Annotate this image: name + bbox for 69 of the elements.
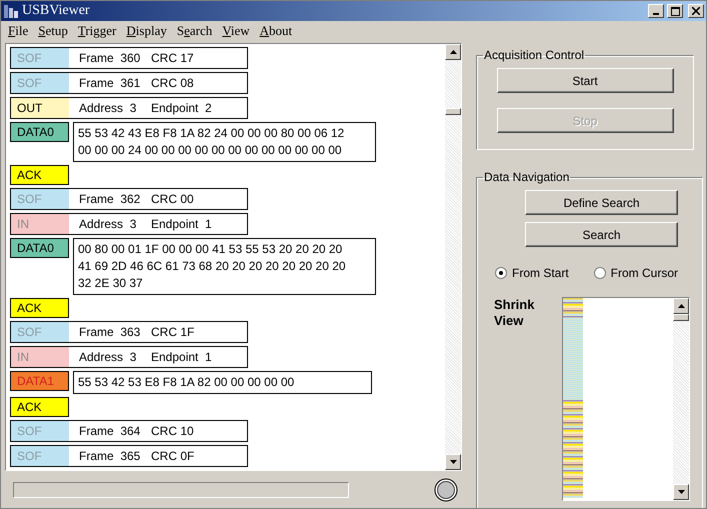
menu-item[interactable]: About: [254, 23, 298, 39]
menu-item[interactable]: File: [3, 23, 34, 39]
pid-label: ACK: [10, 298, 69, 318]
menu-item[interactable]: Display: [121, 23, 172, 39]
start-button[interactable]: Start: [496, 68, 674, 93]
pid-label: IN: [11, 347, 69, 367]
shrink-view-label: Shrink View: [493, 297, 536, 330]
packet-field: CRC 08: [151, 76, 194, 90]
pid-label: SOF: [11, 446, 69, 466]
up-arrow-icon: [450, 50, 456, 54]
status-indicator-icon: [434, 478, 458, 502]
data-payload: 00 80 00 01 1F 00 00 00 41 53 55 53 20 20 20 20 41 69 2D 46 6C 61 73 68 20 20 20 20 20 20 20 20 32 2E 30 37: [73, 238, 376, 295]
packet-field: Endpoint 1: [151, 350, 212, 364]
minimize-button[interactable]: [648, 4, 664, 18]
packet-field: Frame 365: [79, 449, 141, 463]
packet-field: Frame 364: [79, 424, 141, 438]
up-arrow-icon: [678, 304, 684, 308]
menu-item[interactable]: Trigger: [72, 23, 122, 39]
close-icon: [692, 7, 700, 15]
packet-field: Address 3: [79, 350, 141, 364]
maximize-icon: [670, 6, 680, 16]
down-arrow-icon: [450, 460, 456, 464]
radio-icon[interactable]: [594, 267, 606, 279]
pid-label: OUT: [11, 98, 69, 118]
maximize-button[interactable]: [667, 4, 683, 18]
radio-option[interactable]: From Cursor: [594, 266, 678, 280]
packet-field: CRC 10: [151, 424, 194, 438]
app-icon: [3, 3, 19, 19]
pid-label: ACK: [10, 165, 69, 185]
packet-field: CRC 00: [151, 192, 194, 206]
pid-label: SOF: [11, 322, 69, 342]
packet-field: Frame 363: [79, 325, 141, 339]
menu-item[interactable]: Setup: [33, 23, 73, 39]
menu-item[interactable]: View: [217, 23, 255, 39]
pid-label: SOF: [11, 73, 69, 93]
pid-label: SOF: [11, 48, 69, 68]
packet-field: Endpoint 1: [151, 217, 212, 231]
scrollbar[interactable]: [673, 298, 689, 500]
data-payload: 55 53 42 53 E8 F8 1A 82 00 00 00 00 00: [73, 371, 372, 394]
packet-field: CRC 0F: [151, 449, 194, 463]
down-arrow-icon: [678, 490, 684, 494]
define-search-button[interactable]: Define Search: [525, 190, 678, 215]
close-button[interactable]: [688, 4, 704, 18]
group-title: Data Navigation: [483, 170, 570, 184]
scrollbar-thumb[interactable]: [445, 108, 461, 115]
pid-label: SOF: [11, 189, 69, 209]
radio-icon[interactable]: [495, 267, 507, 279]
group-title: Acquisition Control: [483, 48, 586, 62]
pid-label: ACK: [10, 397, 69, 417]
packet-field: Frame 361: [79, 76, 141, 90]
packet-field: Endpoint 2: [151, 101, 212, 115]
data-payload: 55 53 42 43 E8 F8 1A 82 24 00 00 00 80 00 06 12 00 00 00 24 00 00 00 00 00 00 00 00 00 00 00 00: [73, 122, 376, 162]
scrollbar[interactable]: [445, 44, 461, 470]
menu-item[interactable]: Search: [172, 23, 218, 39]
packet-field: Frame 360: [79, 51, 141, 65]
packet-field: Address 3: [79, 217, 141, 231]
scrollbar-thumb[interactable]: [673, 314, 689, 321]
search-button[interactable]: Search: [525, 222, 678, 247]
packet-field: CRC 17: [151, 51, 194, 65]
window-title: USBViewer: [22, 3, 91, 19]
pid-label: DATA0: [10, 122, 69, 142]
pid-label: DATA1: [10, 371, 69, 391]
packet-field: CRC 1F: [151, 325, 194, 339]
pid-label: DATA0: [10, 238, 69, 258]
packet-field: Frame 362: [79, 192, 141, 206]
pid-label: SOF: [11, 421, 69, 441]
radio-option[interactable]: From Start: [495, 266, 569, 280]
pid-label: IN: [11, 214, 69, 234]
packet-field: Address 3: [79, 101, 141, 115]
